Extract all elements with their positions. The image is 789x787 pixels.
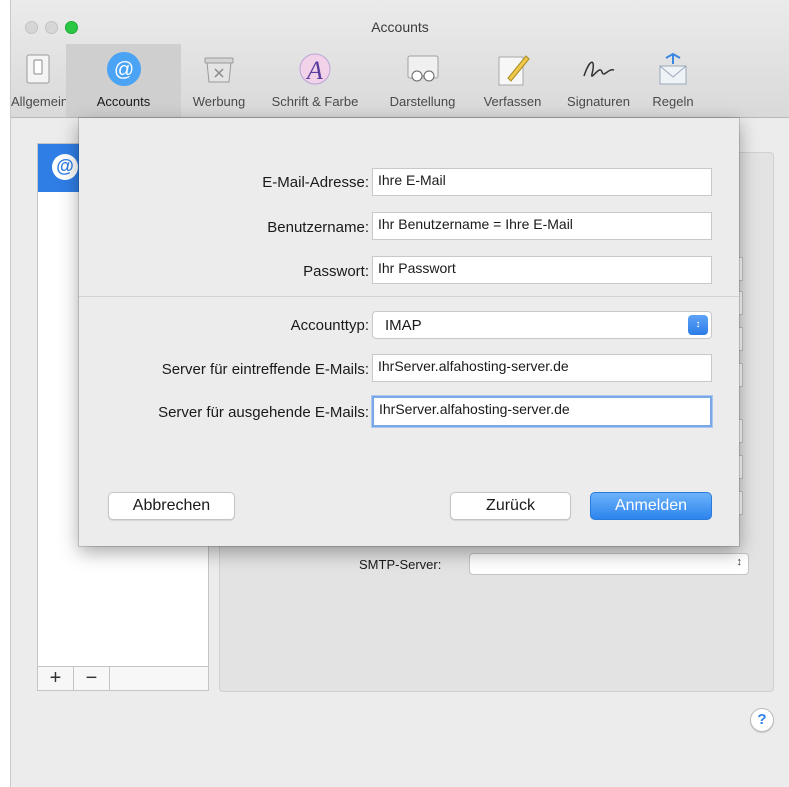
back-button[interactable]: Zurück <box>450 492 571 520</box>
outgoing-server-label: Server für ausgehende E-Mails: <box>158 404 369 421</box>
help-button[interactable]: ? <box>750 708 774 732</box>
tab-label: Werbung <box>192 94 246 109</box>
tab-verfassen[interactable]: Verfassen <box>472 44 553 117</box>
at-icon: @ <box>106 52 141 86</box>
email-label: E-Mail-Adresse: <box>262 174 369 191</box>
tab-label: Regeln <box>652 94 694 109</box>
password-label: Passwort: <box>303 263 369 280</box>
updown-chevron-icon: ↕ <box>736 556 743 568</box>
tab-label: Verfassen <box>483 94 542 109</box>
remove-account-button[interactable]: − <box>74 667 110 690</box>
tab-label: Signaturen <box>567 94 630 109</box>
at-icon: @ <box>52 154 78 180</box>
svg-text:@: @ <box>113 59 133 81</box>
smtp-server-label: SMTP-Server: <box>359 557 442 572</box>
account-type-label: Accounttyp: <box>290 317 369 334</box>
glasses-icon <box>407 55 438 82</box>
sign-in-button[interactable]: Anmelden <box>590 492 712 520</box>
tab-label: Accounts <box>96 94 151 109</box>
tab-allgemein[interactable]: Allgemein <box>11 44 69 117</box>
incoming-server-label: Server für eintreffende E-Mails: <box>161 361 369 378</box>
pencil-icon <box>498 55 530 86</box>
window-title: Accounts <box>371 19 429 35</box>
tab-schrift-farbe[interactable]: A Schrift & Farbe <box>258 44 372 117</box>
add-account-sheet: E-Mail-Adresse: Ihre E-Mail Benutzername… <box>79 118 739 546</box>
tab-regeln[interactable]: Regeln <box>644 44 702 117</box>
password-field[interactable]: Ihr Passwort <box>372 256 712 284</box>
tab-darstellung[interactable]: Darstellung <box>375 44 470 117</box>
svg-text:A: A <box>305 56 323 85</box>
tab-accounts[interactable]: @ Accounts <box>66 44 181 117</box>
tab-label: Allgemein <box>11 94 69 109</box>
email-field[interactable]: Ihre E-Mail <box>372 168 712 196</box>
outgoing-server-field[interactable]: IhrServer.alfahosting-server.de <box>372 396 712 427</box>
font-color-icon: A <box>299 53 331 85</box>
junk-trash-icon <box>204 57 234 83</box>
smtp-server-select[interactable]: ↕ <box>469 553 749 575</box>
divider <box>79 296 739 297</box>
cancel-button[interactable]: Abbrechen <box>108 492 235 520</box>
tab-werbung[interactable]: Werbung <box>183 44 255 117</box>
account-type-value: IMAP <box>385 317 422 334</box>
account-type-select[interactable]: IMAP ↕ <box>372 311 712 339</box>
add-account-button[interactable]: + <box>38 667 74 690</box>
tab-label: Schrift & Farbe <box>271 94 359 109</box>
username-label: Benutzername: <box>267 219 369 236</box>
mail-preferences-window: Accounts Allgemein @ Accounts Werbung A … <box>10 0 789 787</box>
tab-signaturen[interactable]: Signaturen <box>554 44 643 117</box>
signature-icon <box>582 61 614 77</box>
list-footer: + − <box>38 666 208 690</box>
titlebar: Accounts Allgemein @ Accounts Werbung A … <box>11 0 789 118</box>
incoming-server-field[interactable]: IhrServer.alfahosting-server.de <box>372 354 712 382</box>
updown-chevron-icon: ↕ <box>688 315 708 335</box>
tab-label: Darstellung <box>389 94 456 109</box>
rules-envelope-icon <box>659 52 687 85</box>
username-field[interactable]: Ihr Benutzername = Ihre E-Mail <box>372 212 712 240</box>
switch-icon <box>26 54 50 84</box>
